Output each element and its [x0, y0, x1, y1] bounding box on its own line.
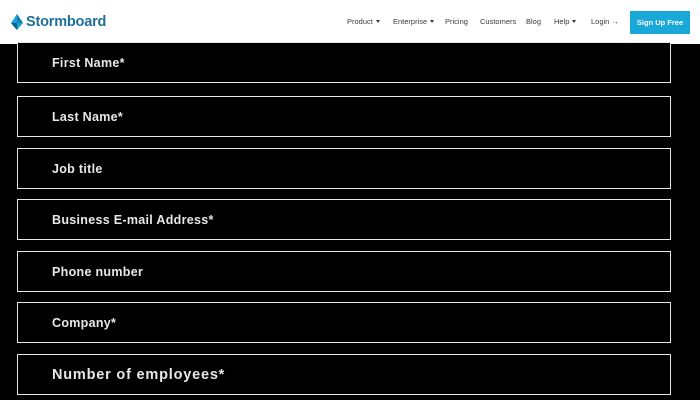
- last-name-label: Last Name*: [52, 109, 124, 124]
- nav-help-label: Help: [554, 17, 570, 26]
- business-email-label: Business E-mail Address*: [52, 212, 214, 227]
- job-title-field[interactable]: Job title: [17, 148, 671, 189]
- chevron-down-icon: [430, 19, 435, 23]
- business-email-field[interactable]: Business E-mail Address*: [17, 199, 671, 240]
- nav-blog-label: Blog: [526, 17, 542, 26]
- company-field[interactable]: Company*: [17, 302, 671, 343]
- nav-product-label: Product: [347, 17, 373, 26]
- nav-login[interactable]: Login →: [591, 16, 619, 28]
- chevron-down-icon: [375, 19, 380, 23]
- nav-pricing[interactable]: Pricing: [445, 16, 468, 28]
- nav-product[interactable]: Product: [347, 16, 380, 28]
- arrow-right-icon: →: [611, 17, 619, 26]
- chevron-down-icon: [572, 19, 577, 23]
- nav-customers[interactable]: Customers: [480, 16, 516, 28]
- nav-pricing-label: Pricing: [445, 17, 468, 26]
- number-of-employees-field[interactable]: Number of employees*: [17, 354, 671, 395]
- job-title-label: Job title: [52, 161, 103, 176]
- top-navbar: Stormboard Product Enterprise Pricing Cu…: [0, 0, 700, 44]
- nav-blog[interactable]: Blog: [526, 16, 541, 28]
- phone-number-label: Phone number: [52, 264, 144, 279]
- nav-help[interactable]: Help: [554, 16, 577, 28]
- first-name-field[interactable]: First Name*: [17, 42, 671, 83]
- last-name-field[interactable]: Last Name*: [17, 96, 671, 137]
- nav-customers-label: Customers: [480, 17, 517, 26]
- nav-enterprise[interactable]: Enterprise: [393, 16, 435, 28]
- first-name-label: First Name*: [52, 55, 125, 70]
- signup-form: First Name* Last Name* Job title Busines…: [0, 42, 700, 400]
- nav-login-label: Login: [591, 17, 610, 26]
- phone-number-field[interactable]: Phone number: [17, 251, 671, 292]
- nav-enterprise-label: Enterprise: [393, 17, 428, 26]
- company-label: Company*: [52, 315, 117, 330]
- main-nav: Product Enterprise Pricing Customers Blo…: [0, 0, 700, 44]
- number-of-employees-label: Number of employees*: [52, 366, 226, 383]
- sign-up-free-button[interactable]: Sign Up Free: [630, 11, 690, 34]
